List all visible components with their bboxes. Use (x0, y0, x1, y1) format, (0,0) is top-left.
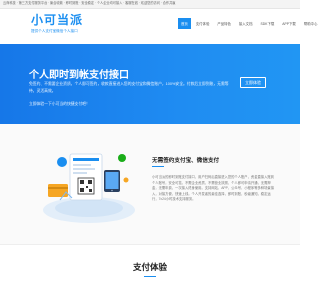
nav-item-help[interactable]: 帮助中心 (301, 18, 320, 29)
hero-description: 免签约、不需要企业资质，个人即可签约，收款直接进入您的支付宝和微信账户，100%… (29, 82, 229, 93)
section-divider (0, 244, 300, 245)
nav-item-features[interactable]: 产品特色 (214, 18, 234, 29)
try-now-button[interactable]: 立即体验 (240, 77, 266, 88)
section-title-underline (152, 166, 164, 167)
nav-item-pay-demo[interactable]: 支付体验 (193, 18, 213, 29)
section-title: 无需签约支付宝、微信支付 (152, 158, 220, 164)
pay-demo-underline (144, 276, 156, 277)
logo[interactable]: 小可当派 提供个人支付宝微信个人接口 (31, 14, 83, 34)
hero-title: 个人即时到帐支付接口 (29, 70, 129, 81)
logo-slogan: 提供个人支付宝微信个人接口 (31, 29, 78, 33)
hero-banner: 个人即时到帐支付接口 免签约、不需要企业资质，个人即可签约，收款直接进入您的支付… (0, 44, 300, 124)
site-header: 小可当派 提供个人支付宝微信个人接口 首页 支付体验 产品特色 接入文档 SDK… (0, 9, 317, 44)
pay-demo-title: 支付体验 (132, 262, 167, 272)
nav-item-docs[interactable]: 接入文档 (236, 18, 256, 29)
top-info-text: 云商科技 · 第三方支付服务平台 · 聚合收款 · 即时到账 · 安全稳定 · … (3, 1, 176, 6)
nav-item-sdk[interactable]: SDK下载 (257, 18, 277, 29)
nav-item-home[interactable]: 首页 (178, 18, 191, 29)
payment-illustration-icon (43, 153, 135, 223)
nav-item-app[interactable]: APP下载 (279, 18, 299, 29)
feature-section: 无需签约支付宝、微信支付 小可当派的即时到账支付接口，用户扫码后直接进入您的个人… (0, 124, 300, 244)
main-nav: 首页 支付体验 产品特色 接入文档 SDK下载 APP下载 帮助中心 (178, 18, 320, 29)
logo-text: 小可当派 (31, 13, 84, 27)
hero-subtext: 立即体验一下小可当的快捷支付吧！ (29, 102, 90, 106)
top-info-bar: 云商科技 · 第三方支付服务平台 · 聚合收款 · 即时到账 · 安全稳定 · … (0, 0, 300, 9)
section-body: 小可当派的即时到账支付接口，用户扫码后直接进入您的个人账户，资金直接入账到个人账… (152, 175, 274, 202)
